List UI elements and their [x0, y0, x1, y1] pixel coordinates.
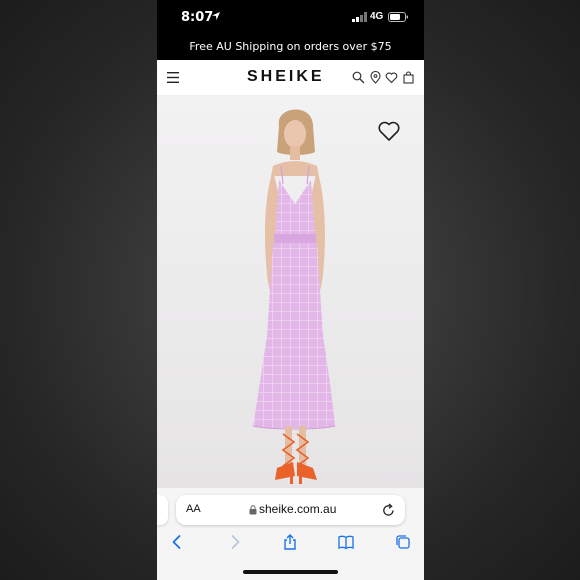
- address-url[interactable]: sheike.com.au: [259, 502, 336, 516]
- lock-icon: [249, 505, 257, 515]
- shopping-bag-icon[interactable]: [402, 71, 415, 84]
- phone-screen: 8:07 4G Free AU Shipping on orders over …: [157, 0, 424, 580]
- reload-icon[interactable]: [382, 503, 395, 517]
- tabs-icon[interactable]: [395, 534, 411, 550]
- back-chevron-icon[interactable]: [169, 534, 185, 550]
- address-bar[interactable]: AA sheike.com.au: [176, 495, 405, 525]
- promo-banner[interactable]: Free AU Shipping on orders over $75: [157, 34, 424, 60]
- hamburger-menu-icon[interactable]: [167, 72, 179, 83]
- status-bar: 8:07 4G: [157, 0, 424, 34]
- status-time: 8:07: [181, 10, 214, 25]
- previous-tab-peek[interactable]: [157, 495, 168, 525]
- share-icon[interactable]: [282, 534, 298, 550]
- product-hero-image[interactable]: [157, 96, 424, 488]
- site-header: SHEIKE: [157, 60, 424, 96]
- forward-chevron-icon[interactable]: [227, 534, 243, 550]
- signal-icon: [352, 12, 367, 22]
- wishlist-icon[interactable]: [385, 71, 398, 84]
- battery-icon: [388, 12, 408, 22]
- network-type: 4G: [370, 11, 384, 22]
- text-size-button[interactable]: AA: [186, 503, 201, 515]
- add-to-wishlist-heart-icon[interactable]: [377, 120, 401, 142]
- bookmarks-icon[interactable]: [338, 534, 354, 550]
- model-in-lilac-dress: [252, 109, 336, 484]
- store-locator-icon[interactable]: [369, 71, 382, 84]
- home-indicator[interactable]: [243, 570, 338, 574]
- location-arrow-icon: [212, 12, 220, 20]
- search-icon[interactable]: [352, 71, 365, 84]
- safari-toolbar: AA sheike.com.au: [157, 488, 424, 580]
- sheike-logo[interactable]: SHEIKE: [247, 68, 325, 86]
